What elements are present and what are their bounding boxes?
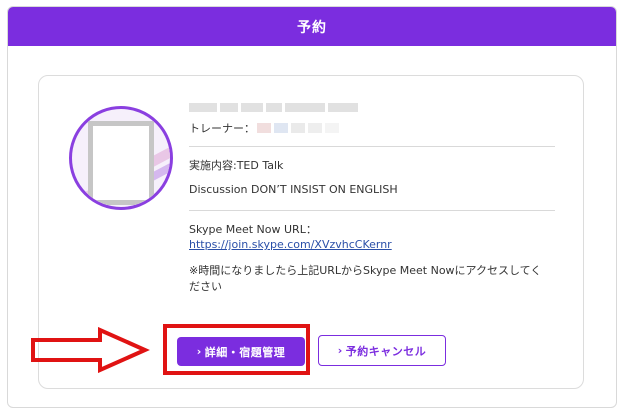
trainer-label: トレーナー： <box>189 122 255 135</box>
avatar-photo-frame <box>88 121 154 205</box>
skype-url-row: https://join.skype.com/XVzvhcCKernr <box>189 238 555 251</box>
discussion-title: Discussion DON’T INSIST ON ENGLISH <box>189 183 398 196</box>
divider <box>189 210 555 211</box>
panel-title: 予約 <box>297 19 327 36</box>
skype-url-label: Skype Meet Now URL： <box>189 223 317 236</box>
cancel-reservation-label: 予約キャンセル <box>345 344 427 358</box>
skype-url-link[interactable]: https://join.skype.com/XVzvhcCKernr <box>189 238 392 251</box>
chevron-right-icon: › <box>337 344 343 357</box>
content-label: 実施内容:TED Talk <box>189 159 284 172</box>
panel-header: 予約 <box>8 7 616 46</box>
divider <box>189 146 555 147</box>
trainer-row: トレーナー： <box>189 120 555 136</box>
cancel-reservation-button[interactable]: › 予約キャンセル <box>318 335 446 366</box>
reservation-datetime-redacted <box>189 100 555 114</box>
right-arrow-icon <box>31 327 150 373</box>
trainer-avatar <box>69 106 173 210</box>
highlight-box <box>163 324 310 375</box>
trainer-name-redacted <box>257 123 339 133</box>
access-note: ※時間になりましたら上記URLからSkype Meet Nowにアクセスしてくだ… <box>189 264 542 293</box>
reservation-info: トレーナー： 実施内容:TED Talk Discussion DON’T IN… <box>189 100 555 295</box>
